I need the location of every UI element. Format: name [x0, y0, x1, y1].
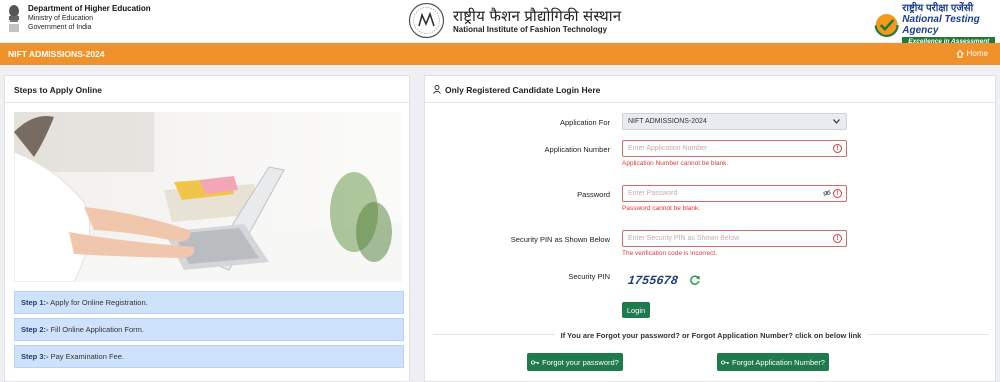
- nta-english-name: National Testing Agency: [902, 14, 980, 36]
- security-pin-error: The verification code is incorrect.: [622, 250, 718, 257]
- nift-hindi-name: राष्ट्रीय फैशन प्रौद्योगिकी संस्थान: [453, 7, 622, 25]
- error-icon: !: [833, 189, 842, 198]
- ministry-name: Ministry of Education: [28, 14, 93, 22]
- step-2: Step 2:- Fill Online Application Form.: [14, 318, 404, 341]
- application-for-select[interactable]: NIFT ADMISSIONS-2024: [622, 113, 847, 130]
- dept-title: Department of Higher Education: [28, 4, 151, 13]
- step-3-text: Pay Examination Fee.: [48, 352, 124, 361]
- government-name: Government of India: [28, 24, 92, 31]
- security-pin-input-label: Security PIN as Shown Below: [510, 235, 610, 244]
- key-icon: [721, 360, 730, 364]
- chevron-down-icon: [833, 119, 840, 124]
- password-label: Password: [577, 190, 610, 199]
- nift-branding: राष्ट्रीय फैशन प्रौद्योगिकी संस्थान Nati…: [408, 2, 621, 39]
- application-number-placeholder: Enter Application Number: [628, 145, 708, 152]
- login-panel: Only Registered Candidate Login Here App…: [424, 75, 996, 382]
- security-pin-placeholder: Enter Security PIN as Shown Below: [628, 235, 740, 242]
- login-button-label: Login: [626, 305, 646, 315]
- site-header: Department of Higher Education Ministry …: [0, 0, 1000, 46]
- forgot-password-button[interactable]: Forgot your password?: [527, 353, 623, 371]
- refresh-icon[interactable]: [690, 275, 700, 285]
- login-button[interactable]: Login: [622, 302, 650, 318]
- captcha-image: 1755678: [627, 273, 680, 287]
- login-heading-text: Only Registered Candidate Login Here: [445, 85, 601, 95]
- password-error: Password cannot be blank.: [622, 205, 701, 212]
- application-number-error: Application Number cannot be blank.: [622, 160, 729, 167]
- step-3-prefix: Step 3:-: [21, 352, 49, 361]
- nta-logo-icon: [874, 12, 899, 37]
- nav-bar: NIFT ADMISSIONS-2024 Home: [0, 43, 1000, 65]
- application-number-input[interactable]: Enter Application Number !: [622, 140, 847, 157]
- home-link-label: Home: [966, 49, 988, 58]
- forgot-application-number-label: Forgot Application Number?: [732, 357, 825, 367]
- forgot-application-number-button[interactable]: Forgot Application Number?: [717, 353, 829, 371]
- nav-title: NIFT ADMISSIONS-2024: [8, 49, 105, 59]
- steps-heading: Steps to Apply Online: [5, 76, 409, 103]
- national-emblem-icon: [9, 5, 19, 32]
- laptop-illustration: [14, 112, 402, 282]
- login-heading: Only Registered Candidate Login Here: [425, 76, 995, 103]
- steps-panel: Steps to Apply Online Step 1:- Apply for…: [4, 75, 410, 382]
- nift-logo-icon: [408, 2, 445, 39]
- forgot-instructions: If You are Forgot your password? or Forg…: [425, 331, 997, 340]
- nta-hindi-name: राष्ट्रीय परीक्षा एजेंसी: [902, 3, 974, 14]
- nta-branding: राष्ट्रीय परीक्षा एजेंसी National Testin…: [874, 3, 1000, 46]
- step-2-text: Fill Online Application Form.: [48, 325, 144, 334]
- password-input[interactable]: Enter Password !: [622, 185, 847, 202]
- eye-icon[interactable]: [823, 189, 831, 197]
- step-1: Step 1:- Apply for Online Registration.: [14, 291, 404, 314]
- home-link[interactable]: Home: [956, 49, 988, 58]
- error-icon: !: [833, 144, 842, 153]
- password-placeholder: Enter Password: [628, 190, 678, 197]
- step-1-prefix: Step 1:-: [21, 298, 49, 307]
- step-3: Step 3:- Pay Examination Fee.: [14, 345, 404, 368]
- step-2-prefix: Step 2:-: [21, 325, 49, 334]
- application-number-label: Application Number: [544, 145, 610, 154]
- security-pin-label: Security PIN: [568, 272, 610, 281]
- user-icon: [433, 85, 441, 94]
- forgot-instructions-text: If You are Forgot your password? or Forg…: [554, 331, 868, 340]
- error-icon: !: [833, 234, 842, 243]
- forgot-password-label: Forgot your password?: [542, 357, 619, 367]
- application-for-value: NIFT ADMISSIONS-2024: [628, 118, 707, 125]
- application-for-label: Application For: [559, 118, 610, 127]
- key-icon: [531, 360, 540, 364]
- home-icon: [956, 49, 964, 58]
- dept-branding: Department of Higher Education Ministry …: [6, 4, 151, 34]
- security-pin-input[interactable]: Enter Security PIN as Shown Below !: [622, 230, 847, 247]
- nift-english-name: National Institute of Fashion Technology: [453, 24, 608, 34]
- step-1-text: Apply for Online Registration.: [48, 298, 148, 307]
